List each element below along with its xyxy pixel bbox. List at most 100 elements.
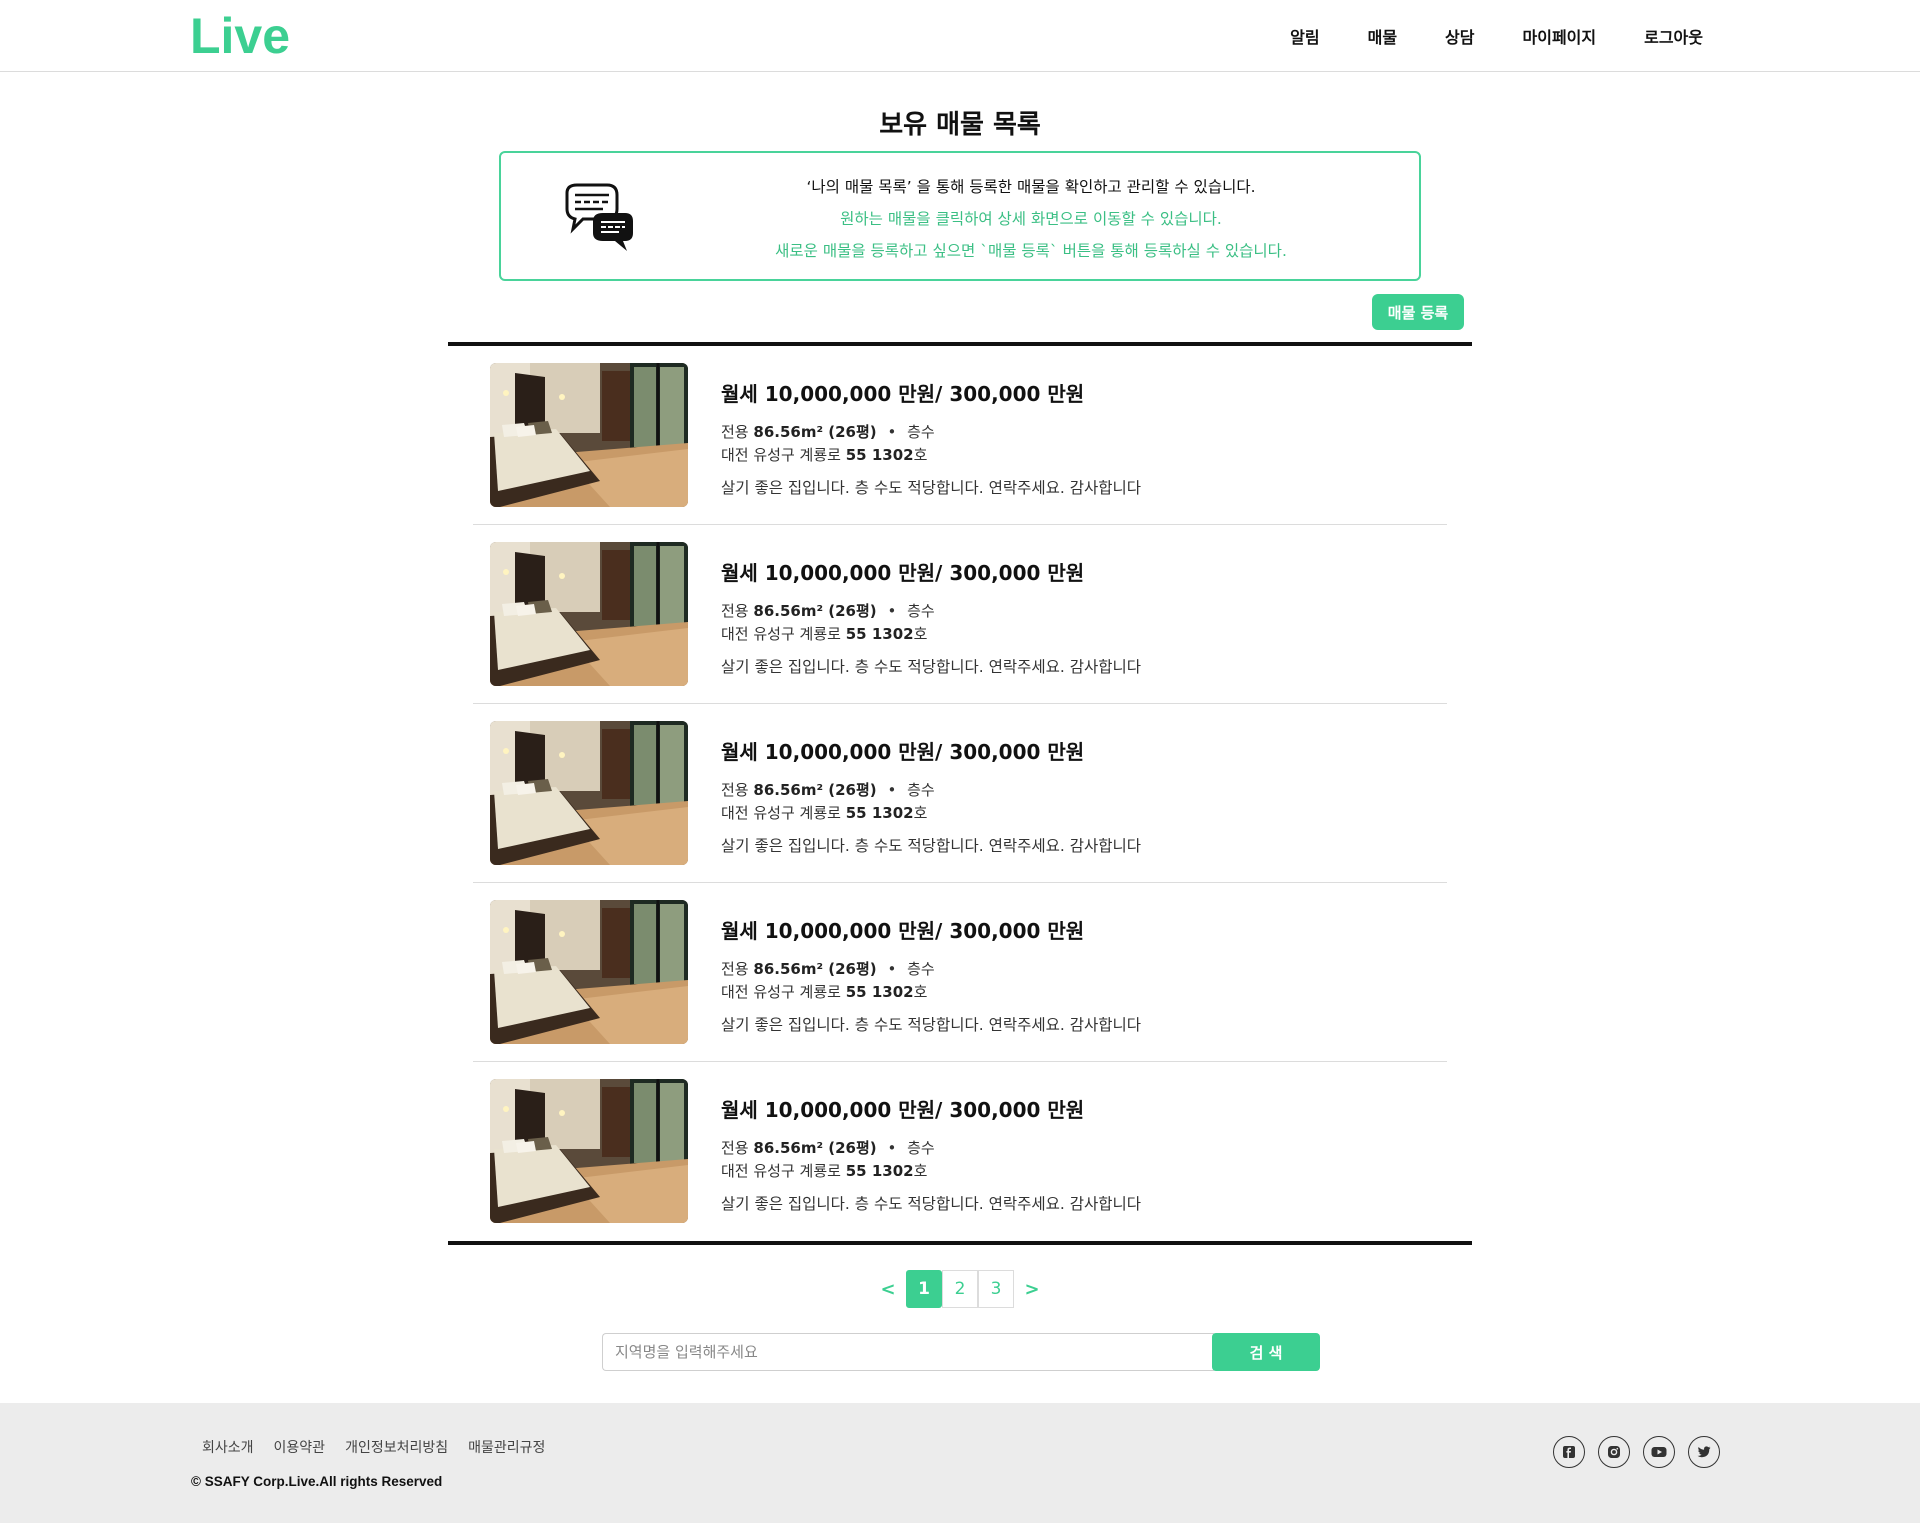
twitter-icon[interactable]: [1688, 1436, 1720, 1468]
main-nav: 알림 매물 상담 마이페이지 로그아웃: [1242, 0, 1703, 72]
page-2-button[interactable]: 2: [942, 1270, 978, 1308]
address-suffix: 호: [913, 446, 928, 464]
footer-link-about[interactable]: 회사소개: [202, 1437, 254, 1457]
bedroom-photo: [490, 542, 688, 686]
address-street: 대전 유성구 계룡로: [721, 625, 841, 643]
area-value: 86.56m² (26평): [753, 960, 877, 978]
listing-thumbnail: [490, 1079, 688, 1223]
listing-item-1[interactable]: 월세 10,000,000 만원/ 300,000 만원 전용 86.56m² …: [473, 346, 1447, 525]
separator-dot: •: [887, 1139, 897, 1157]
svg-text:Live: Live: [190, 10, 290, 60]
separator-dot: •: [887, 602, 897, 620]
listing-address: 대전 유성구 계룡로 55 1302호: [721, 623, 1141, 646]
info-box: ‘나의 매물 목록’ 을 통해 등록한 매물을 확인하고 관리할 수 있습니다.…: [499, 151, 1421, 281]
listing-area-row: 전용 86.56m² (26평) • 층수: [721, 779, 1141, 802]
floor-label: 층수: [907, 423, 935, 441]
listing-area-row: 전용 86.56m² (26평) • 층수: [721, 421, 1141, 444]
address-number: 55 1302: [845, 983, 914, 1001]
address-street: 대전 유성구 계룡로: [721, 804, 841, 822]
bedroom-photo: [490, 363, 688, 507]
listing-info: 월세 10,000,000 만원/ 300,000 만원 전용 86.56m² …: [721, 915, 1141, 1035]
separator-dot: •: [887, 960, 897, 978]
listing-address: 대전 유성구 계룡로 55 1302호: [721, 1160, 1141, 1183]
listing-info: 월세 10,000,000 만원/ 300,000 만원 전용 86.56m² …: [721, 378, 1141, 498]
listing-item-2[interactable]: 월세 10,000,000 만원/ 300,000 만원 전용 86.56m² …: [473, 525, 1447, 704]
listing-area-row: 전용 86.56m² (26평) • 층수: [721, 1137, 1141, 1160]
listing-price: 월세 10,000,000 만원/ 300,000 만원: [721, 561, 1085, 585]
listing-area-row: 전용 86.56m² (26평) • 층수: [721, 958, 1141, 981]
listing-description: 살기 좋은 집입니다. 층 수도 적당합니다. 연락주세요. 감사합니다: [721, 1195, 1142, 1213]
listing-info: 월세 10,000,000 만원/ 300,000 만원 전용 86.56m² …: [721, 1094, 1141, 1214]
footer: 회사소개 이용약관 개인정보처리방침 매물관리규정 © SSAFY Corp.L…: [0, 1403, 1920, 1523]
area-prefix: 전용: [721, 781, 749, 799]
info-line-1: ‘나의 매물 목록’ 을 통해 등록한 매물을 확인하고 관리할 수 있습니다.: [806, 178, 1256, 196]
listing-thumbnail: [490, 900, 688, 1044]
listing-price: 월세 10,000,000 만원/ 300,000 만원: [721, 1098, 1085, 1122]
info-line-2: 원하는 매물을 클릭하여 상세 화면으로 이동할 수 있습니다.: [840, 210, 1222, 228]
search-button[interactable]: 검 색: [1212, 1333, 1320, 1371]
area-value: 86.56m² (26평): [753, 602, 877, 620]
area-value: 86.56m² (26평): [753, 781, 877, 799]
address-street: 대전 유성구 계룡로: [721, 446, 841, 464]
pagination: < 1 2 3 >: [0, 1270, 1920, 1308]
instagram-icon[interactable]: [1598, 1436, 1630, 1468]
listing-price: 월세 10,000,000 만원/ 300,000 만원: [721, 382, 1085, 406]
region-search-input[interactable]: [602, 1333, 1214, 1371]
area-prefix: 전용: [721, 423, 749, 441]
nav-mypage[interactable]: 마이페이지: [1523, 24, 1597, 48]
listing-info: 월세 10,000,000 만원/ 300,000 만원 전용 86.56m² …: [721, 557, 1141, 677]
address-number: 55 1302: [845, 625, 914, 643]
area-value: 86.56m² (26평): [753, 423, 877, 441]
search-bar: 검 색: [602, 1333, 1320, 1371]
nav-listings[interactable]: 매물: [1368, 24, 1397, 48]
register-listing-button[interactable]: 매물 등록: [1372, 294, 1464, 330]
address-street: 대전 유성구 계룡로: [721, 1162, 841, 1180]
nav-consult[interactable]: 상담: [1445, 24, 1474, 48]
listing-price: 월세 10,000,000 만원/ 300,000 만원: [721, 919, 1085, 943]
prev-page-button[interactable]: <: [870, 1279, 906, 1300]
listing-item-4[interactable]: 월세 10,000,000 만원/ 300,000 만원 전용 86.56m² …: [473, 883, 1447, 1062]
listing-area-row: 전용 86.56m² (26평) • 층수: [721, 600, 1141, 623]
listing-description: 살기 좋은 집입니다. 층 수도 적당합니다. 연락주세요. 감사합니다: [721, 1016, 1142, 1034]
page-title: 보유 매물 목록: [879, 110, 1041, 140]
listing-description: 살기 좋은 집입니다. 층 수도 적당합니다. 연락주세요. 감사합니다: [721, 837, 1142, 855]
header: Live 알림 매물 상담 마이페이지 로그아웃: [0, 0, 1920, 72]
area-prefix: 전용: [721, 1139, 749, 1157]
listing-price: 월세 10,000,000 만원/ 300,000 만원: [721, 740, 1085, 764]
bedroom-photo: [490, 721, 688, 865]
footer-link-terms[interactable]: 이용약관: [274, 1437, 326, 1457]
info-line-3: 새로운 매물을 등록하고 싶으면 `매물 등록` 버튼을 통해 등록하실 수 있…: [775, 242, 1287, 260]
footer-link-listing-rules[interactable]: 매물관리규정: [468, 1437, 545, 1457]
youtube-icon[interactable]: [1643, 1436, 1675, 1468]
address-suffix: 호: [913, 625, 928, 643]
bedroom-photo: [490, 900, 688, 1044]
listing-address: 대전 유성구 계룡로 55 1302호: [721, 444, 1141, 467]
listing-thumbnail: [490, 363, 688, 507]
separator-dot: •: [887, 781, 897, 799]
bedroom-photo: [490, 1079, 688, 1223]
page-3-button[interactable]: 3: [978, 1270, 1014, 1308]
listing-thumbnail: [490, 542, 688, 686]
area-prefix: 전용: [721, 960, 749, 978]
address-suffix: 호: [913, 804, 928, 822]
listing-thumbnail: [490, 721, 688, 865]
floor-label: 층수: [907, 781, 935, 799]
logo[interactable]: Live: [190, 8, 300, 64]
nav-logout[interactable]: 로그아웃: [1644, 24, 1703, 48]
nav-alerts[interactable]: 알림: [1290, 24, 1319, 48]
address-number: 55 1302: [845, 804, 914, 822]
area-prefix: 전용: [721, 602, 749, 620]
copyright: © SSAFY Corp.Live.All rights Reserved: [191, 1474, 443, 1489]
listing-list: 월세 10,000,000 만원/ 300,000 만원 전용 86.56m² …: [448, 342, 1472, 1245]
footer-link-privacy[interactable]: 개인정보처리방침: [345, 1437, 448, 1457]
listing-description: 살기 좋은 집입니다. 층 수도 적당합니다. 연락주세요. 감사합니다: [721, 479, 1142, 497]
page-1-button[interactable]: 1: [906, 1270, 942, 1308]
listing-item-5[interactable]: 월세 10,000,000 만원/ 300,000 만원 전용 86.56m² …: [473, 1062, 1447, 1241]
address-street: 대전 유성구 계룡로: [721, 983, 841, 1001]
listing-item-3[interactable]: 월세 10,000,000 만원/ 300,000 만원 전용 86.56m² …: [473, 704, 1447, 883]
next-page-button[interactable]: >: [1014, 1279, 1050, 1300]
separator-dot: •: [887, 423, 897, 441]
address-number: 55 1302: [845, 1162, 914, 1180]
listing-info: 월세 10,000,000 만원/ 300,000 만원 전용 86.56m² …: [721, 736, 1141, 856]
facebook-icon[interactable]: [1553, 1436, 1585, 1468]
